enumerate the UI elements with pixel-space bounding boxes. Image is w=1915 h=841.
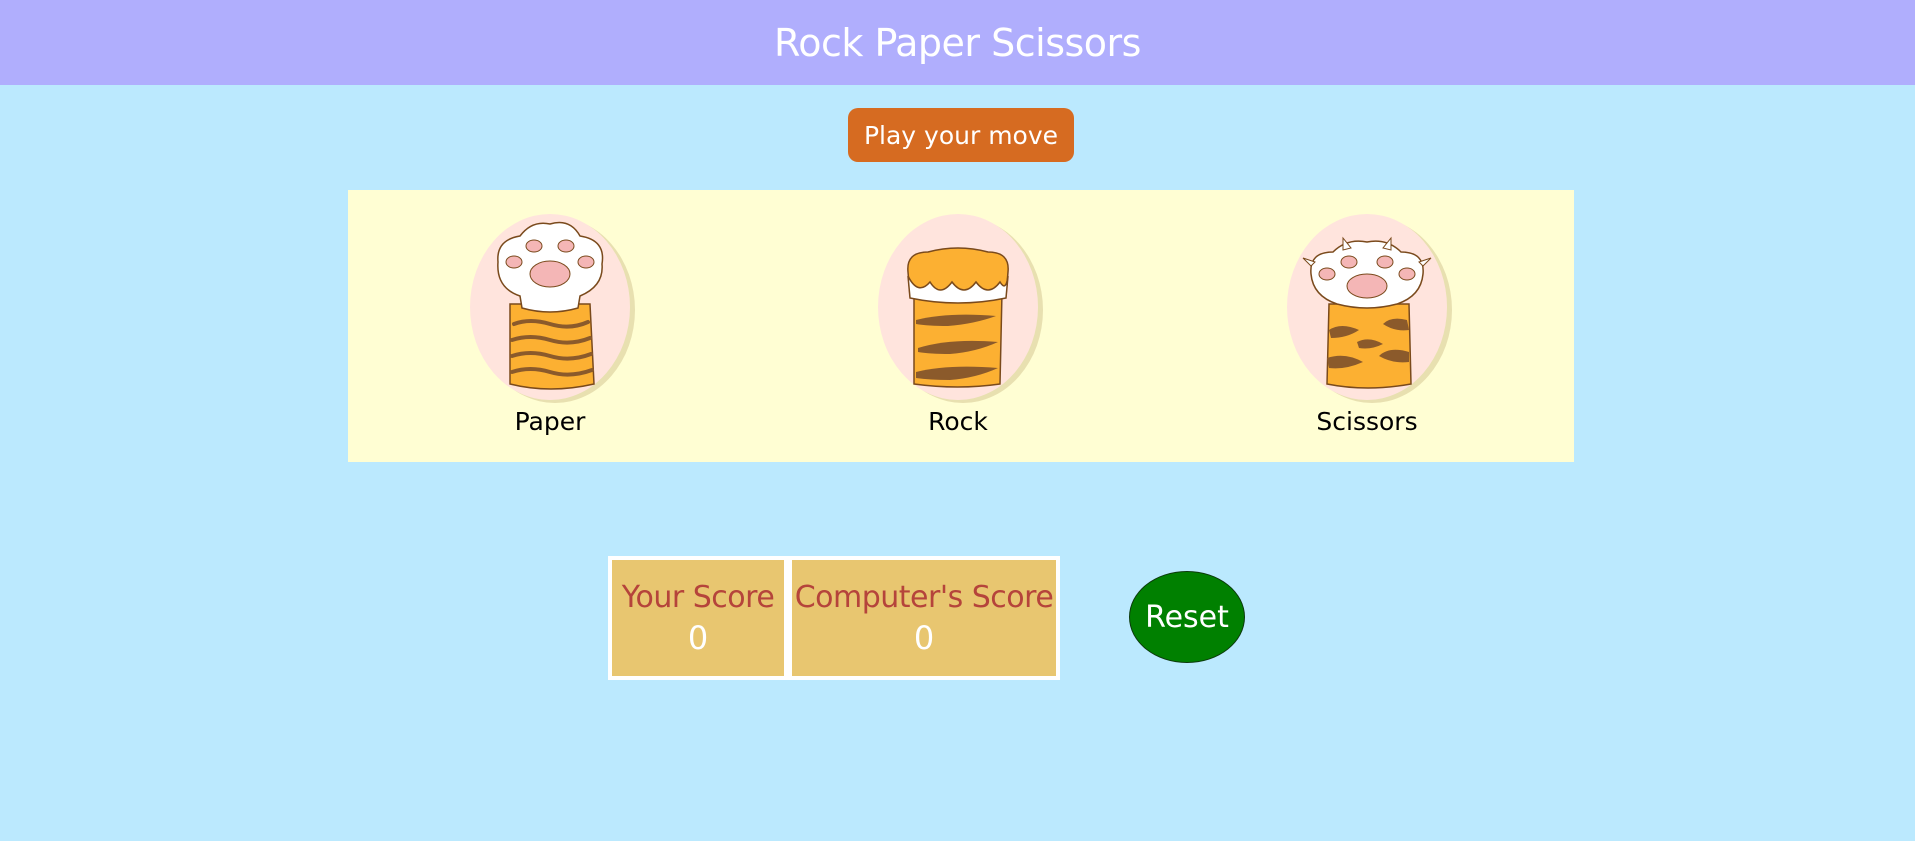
claw-paw-icon (1287, 212, 1457, 404)
closed-paw-icon (878, 212, 1048, 404)
player-score-value: 0 (687, 619, 709, 657)
move-label-scissors: Scissors (1316, 407, 1418, 436)
player-score-box: Your Score 0 (612, 560, 784, 676)
player-score-title: Your Score (621, 580, 775, 615)
computer-score-title: Computer's Score (794, 580, 1054, 615)
computer-score-box: Computer's Score 0 (792, 560, 1056, 676)
moves-panel: Paper Rock Scissors (348, 190, 1574, 462)
move-rock[interactable]: Rock (878, 212, 1048, 440)
open-paw-icon (470, 212, 640, 404)
move-label-rock: Rock (928, 407, 988, 436)
move-paper[interactable]: Paper (470, 212, 640, 440)
app-title: Rock Paper Scissors (774, 20, 1141, 65)
reset-button[interactable]: Reset (1129, 571, 1245, 663)
move-scissors[interactable]: Scissors (1287, 212, 1457, 440)
move-label-paper: Paper (514, 407, 586, 436)
app-header: Rock Paper Scissors (0, 0, 1915, 85)
computer-score-value: 0 (913, 619, 935, 657)
scoreboard: Your Score 0 Computer's Score 0 (608, 556, 1060, 680)
play-move-button[interactable]: Play your move (848, 108, 1074, 162)
